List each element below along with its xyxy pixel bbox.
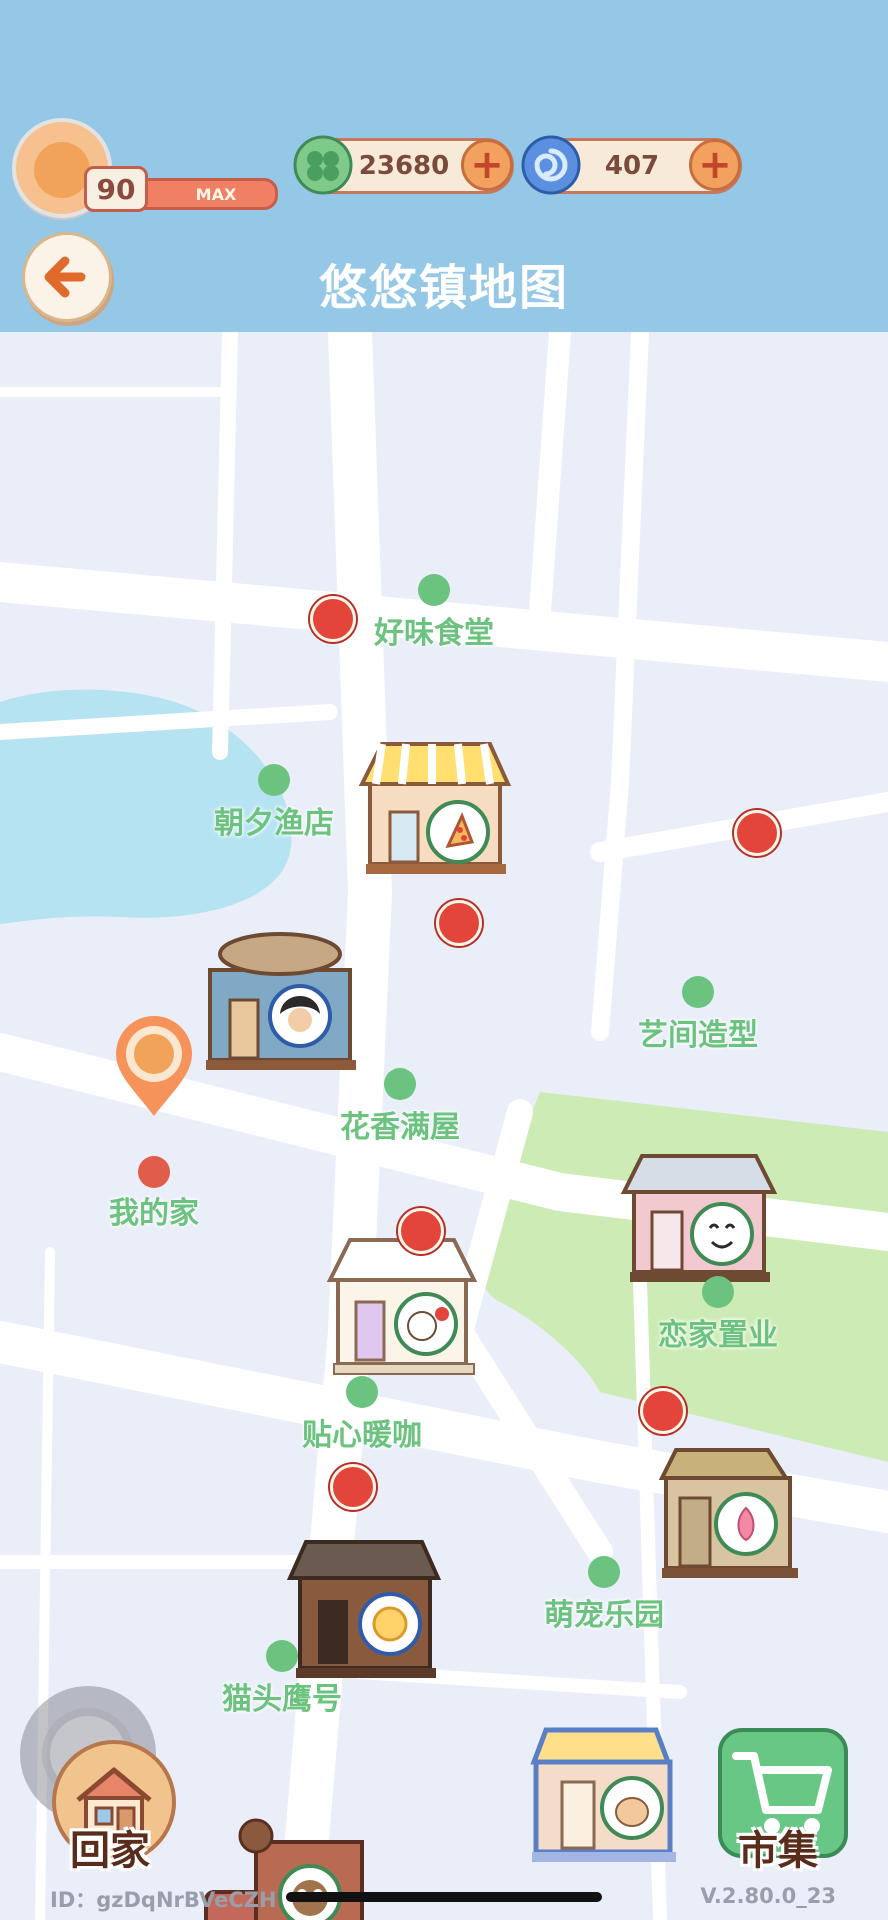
clover-icon	[293, 135, 353, 195]
notification-badge	[734, 810, 780, 856]
shop-label: 花香满屋	[340, 1110, 460, 1145]
page-title: 悠悠镇地图	[318, 260, 569, 316]
shop-mengchong-illustration	[530, 1727, 676, 1862]
shop-haowei-illustration	[358, 742, 512, 874]
shop-label: 恋家置业	[658, 1318, 778, 1353]
player-id: ID：gzDqNrBVeCZH	[50, 1888, 277, 1912]
notification-badge	[398, 1208, 444, 1254]
go-home-label: 回家	[70, 1828, 150, 1874]
location-dot	[588, 1556, 620, 1588]
location-dot	[138, 1156, 170, 1188]
clover-amount: 23680	[358, 151, 450, 181]
location-dot	[266, 1640, 298, 1672]
level-badge: 90	[84, 166, 148, 212]
shop-tiexin-illustration	[286, 1540, 442, 1678]
shop-label: 艺间造型	[638, 1018, 758, 1053]
home-indicator[interactable]	[286, 1892, 602, 1902]
town-map[interactable]: 好味食堂 朝夕渔店 艺间造型 花香满屋 恋家置业 贴心暖咖 萌宠乐园 猫头鹰号	[0, 332, 888, 1920]
location-dot	[702, 1276, 734, 1308]
location-dot	[682, 976, 714, 1008]
version-label: V.2.80.0_23	[700, 1884, 836, 1908]
notification-badge	[310, 596, 356, 642]
market-label: 市集	[738, 1828, 818, 1874]
add-swirl-button[interactable]: +	[689, 139, 741, 191]
currency-swirl: 407 +	[521, 135, 742, 195]
swirl-amount: 407	[604, 151, 660, 181]
shop-label: 朝夕渔店	[214, 806, 334, 841]
map-pin-icon	[116, 1016, 192, 1116]
level-progress-bar: MAX	[128, 178, 278, 210]
lion-face-icon	[34, 142, 90, 198]
shop-label: 萌宠乐园	[544, 1598, 664, 1633]
add-clover-button[interactable]: +	[461, 139, 513, 191]
top-bar: MAX 90 23680 + 407 + 悠悠镇地图	[0, 0, 888, 332]
level-status: MAX	[195, 184, 237, 204]
notification-badge	[436, 900, 482, 946]
location-dot	[258, 764, 290, 796]
shop-huaxiang-illustration	[326, 1238, 478, 1375]
location-dot	[418, 574, 450, 606]
shop-lianjia-illustration	[658, 1448, 798, 1578]
shop-yijian-illustration	[620, 1154, 778, 1282]
notification-badge	[330, 1464, 376, 1510]
shop-label: 好味食堂	[374, 616, 494, 651]
shop-zhaoxi-illustration	[206, 932, 356, 1070]
location-dot	[384, 1068, 416, 1100]
shop-label: 猫头鹰号	[222, 1682, 342, 1717]
location-dot	[346, 1376, 378, 1408]
home-label: 我的家	[109, 1196, 199, 1231]
shop-label: 贴心暖咖	[302, 1418, 422, 1453]
notification-badge	[640, 1388, 686, 1434]
currency-clover: 23680 +	[293, 135, 514, 195]
swirl-icon	[521, 135, 581, 195]
